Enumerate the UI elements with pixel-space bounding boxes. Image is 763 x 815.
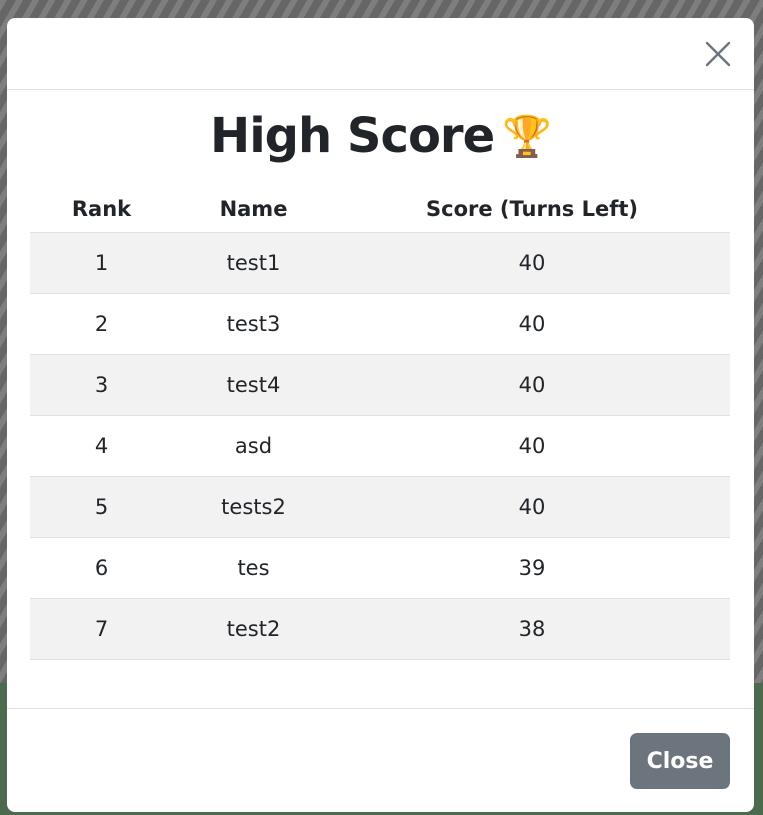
name-cell: test1 [173, 232, 334, 294]
score-cell: 38 [334, 598, 730, 660]
table-row: 2 test3 40 [30, 293, 730, 355]
modal-footer: Close [7, 708, 754, 812]
score-cell: 40 [334, 354, 730, 416]
score-cell: 40 [334, 232, 730, 294]
name-cell: tes [173, 537, 334, 599]
table-header-row: Rank Name Score (Turns Left) [30, 186, 730, 233]
close-button[interactable]: Close [630, 733, 730, 789]
modal-title: High Score 🏆 [7, 106, 754, 167]
table-row: 5 tests2 40 [30, 476, 730, 538]
table-row: 7 test2 38 [30, 598, 730, 660]
score-cell: 40 [334, 476, 730, 538]
name-cell: test4 [173, 354, 334, 416]
column-header-score: Score (Turns Left) [334, 186, 730, 233]
column-header-name: Name [173, 186, 334, 233]
rank-cell: 5 [30, 476, 173, 538]
rank-cell: 1 [30, 232, 173, 294]
table-row: 1 test1 40 [30, 232, 730, 294]
close-icon[interactable] [705, 41, 731, 67]
rank-cell: 2 [30, 293, 173, 355]
score-cell: 40 [334, 293, 730, 355]
rank-cell: 4 [30, 415, 173, 477]
name-cell: test2 [173, 598, 334, 660]
column-header-rank: Rank [30, 186, 173, 233]
name-cell: test3 [173, 293, 334, 355]
high-score-table: Rank Name Score (Turns Left) 1 test1 40 … [30, 186, 730, 660]
high-score-modal: High Score 🏆 Rank Name Score (Turns Left)… [7, 18, 754, 812]
rank-cell: 6 [30, 537, 173, 599]
table-row: 6 tes 39 [30, 537, 730, 599]
score-cell: 40 [334, 415, 730, 477]
modal-title-text: High Score [210, 108, 495, 164]
score-cell: 39 [334, 537, 730, 599]
table-row: 3 test4 40 [30, 354, 730, 416]
name-cell: tests2 [173, 476, 334, 538]
name-cell: asd [173, 415, 334, 477]
modal-header [7, 18, 754, 90]
rank-cell: 7 [30, 598, 173, 660]
rank-cell: 3 [30, 354, 173, 416]
table-row: 4 asd 40 [30, 415, 730, 477]
trophy-icon: 🏆 [502, 114, 552, 160]
